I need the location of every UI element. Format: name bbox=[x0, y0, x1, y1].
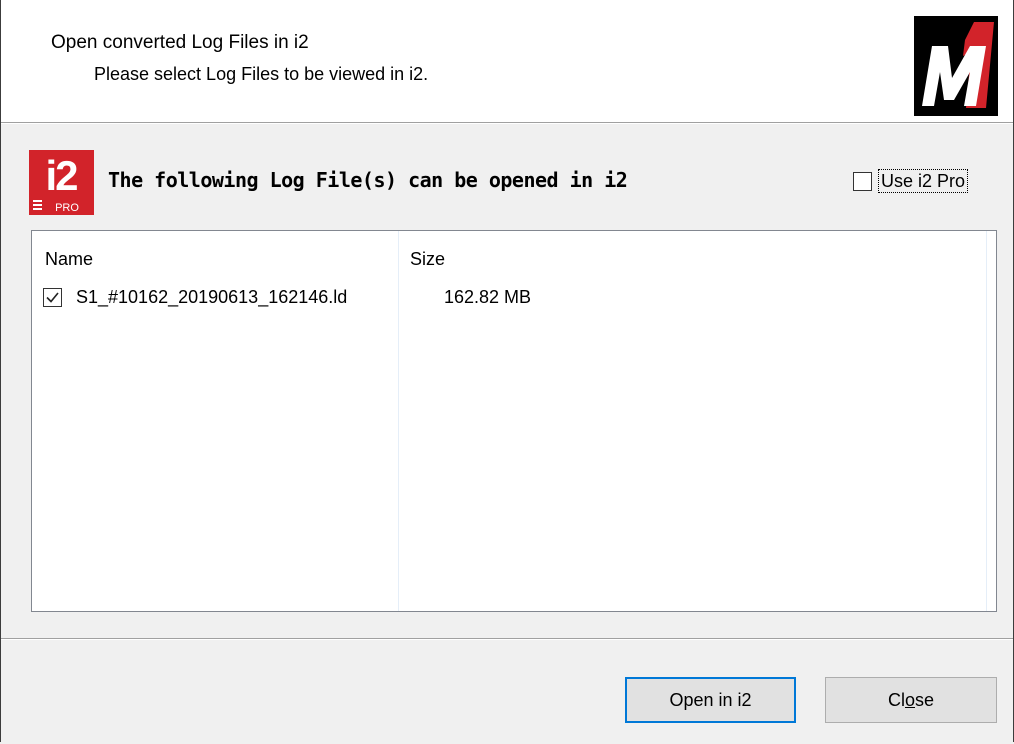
close-button[interactable]: Close bbox=[825, 677, 997, 723]
file-name: S1_#10162_20190613_162146.ld bbox=[76, 287, 348, 307]
open-in-i2-label: Open in i2 bbox=[669, 689, 752, 710]
close-label: Close bbox=[888, 690, 934, 711]
header-divider-highlight bbox=[1, 123, 1013, 124]
log-files-list[interactable]: Name Size S1_#10162_20190613_162146.ld 1… bbox=[31, 230, 997, 612]
svg-text:PRO: PRO bbox=[55, 202, 79, 214]
dialog-header: Open converted Log Files in i2 Please se… bbox=[1, 0, 1013, 122]
open-in-i2-button[interactable]: Open in i2 bbox=[625, 677, 796, 723]
close-label-mnemonic: o bbox=[904, 689, 915, 710]
file-size: 162.82 MB bbox=[444, 287, 532, 307]
use-i2-pro-label[interactable]: Use i2 Pro bbox=[878, 169, 969, 193]
row-checkbox[interactable] bbox=[43, 288, 62, 307]
use-i2-pro-checkbox[interactable]: Use i2 Pro bbox=[853, 168, 969, 194]
i2-pro-logo-icon: i2 PRO bbox=[29, 150, 94, 215]
svg-text:i2: i2 bbox=[45, 152, 77, 199]
close-label-pre: Cl bbox=[887, 689, 905, 710]
list-item[interactable]: S1_#10162_20190613_162146.ld 162.82 MB bbox=[32, 283, 996, 313]
close-label-post: se bbox=[915, 689, 935, 710]
checkmark-icon bbox=[46, 292, 59, 303]
dialog-title: Open converted Log Files in i2 bbox=[51, 32, 309, 53]
section-heading: The following Log File(s) can be opened … bbox=[108, 168, 628, 192]
checkbox-icon[interactable] bbox=[853, 171, 872, 191]
dialog-subtitle: Please select Log Files to be viewed in … bbox=[94, 64, 429, 84]
footer-divider-highlight bbox=[1, 639, 1013, 640]
column-header-name[interactable]: Name bbox=[45, 249, 93, 270]
column-header-size[interactable]: Size bbox=[410, 249, 445, 270]
m1-logo-icon bbox=[914, 16, 998, 116]
